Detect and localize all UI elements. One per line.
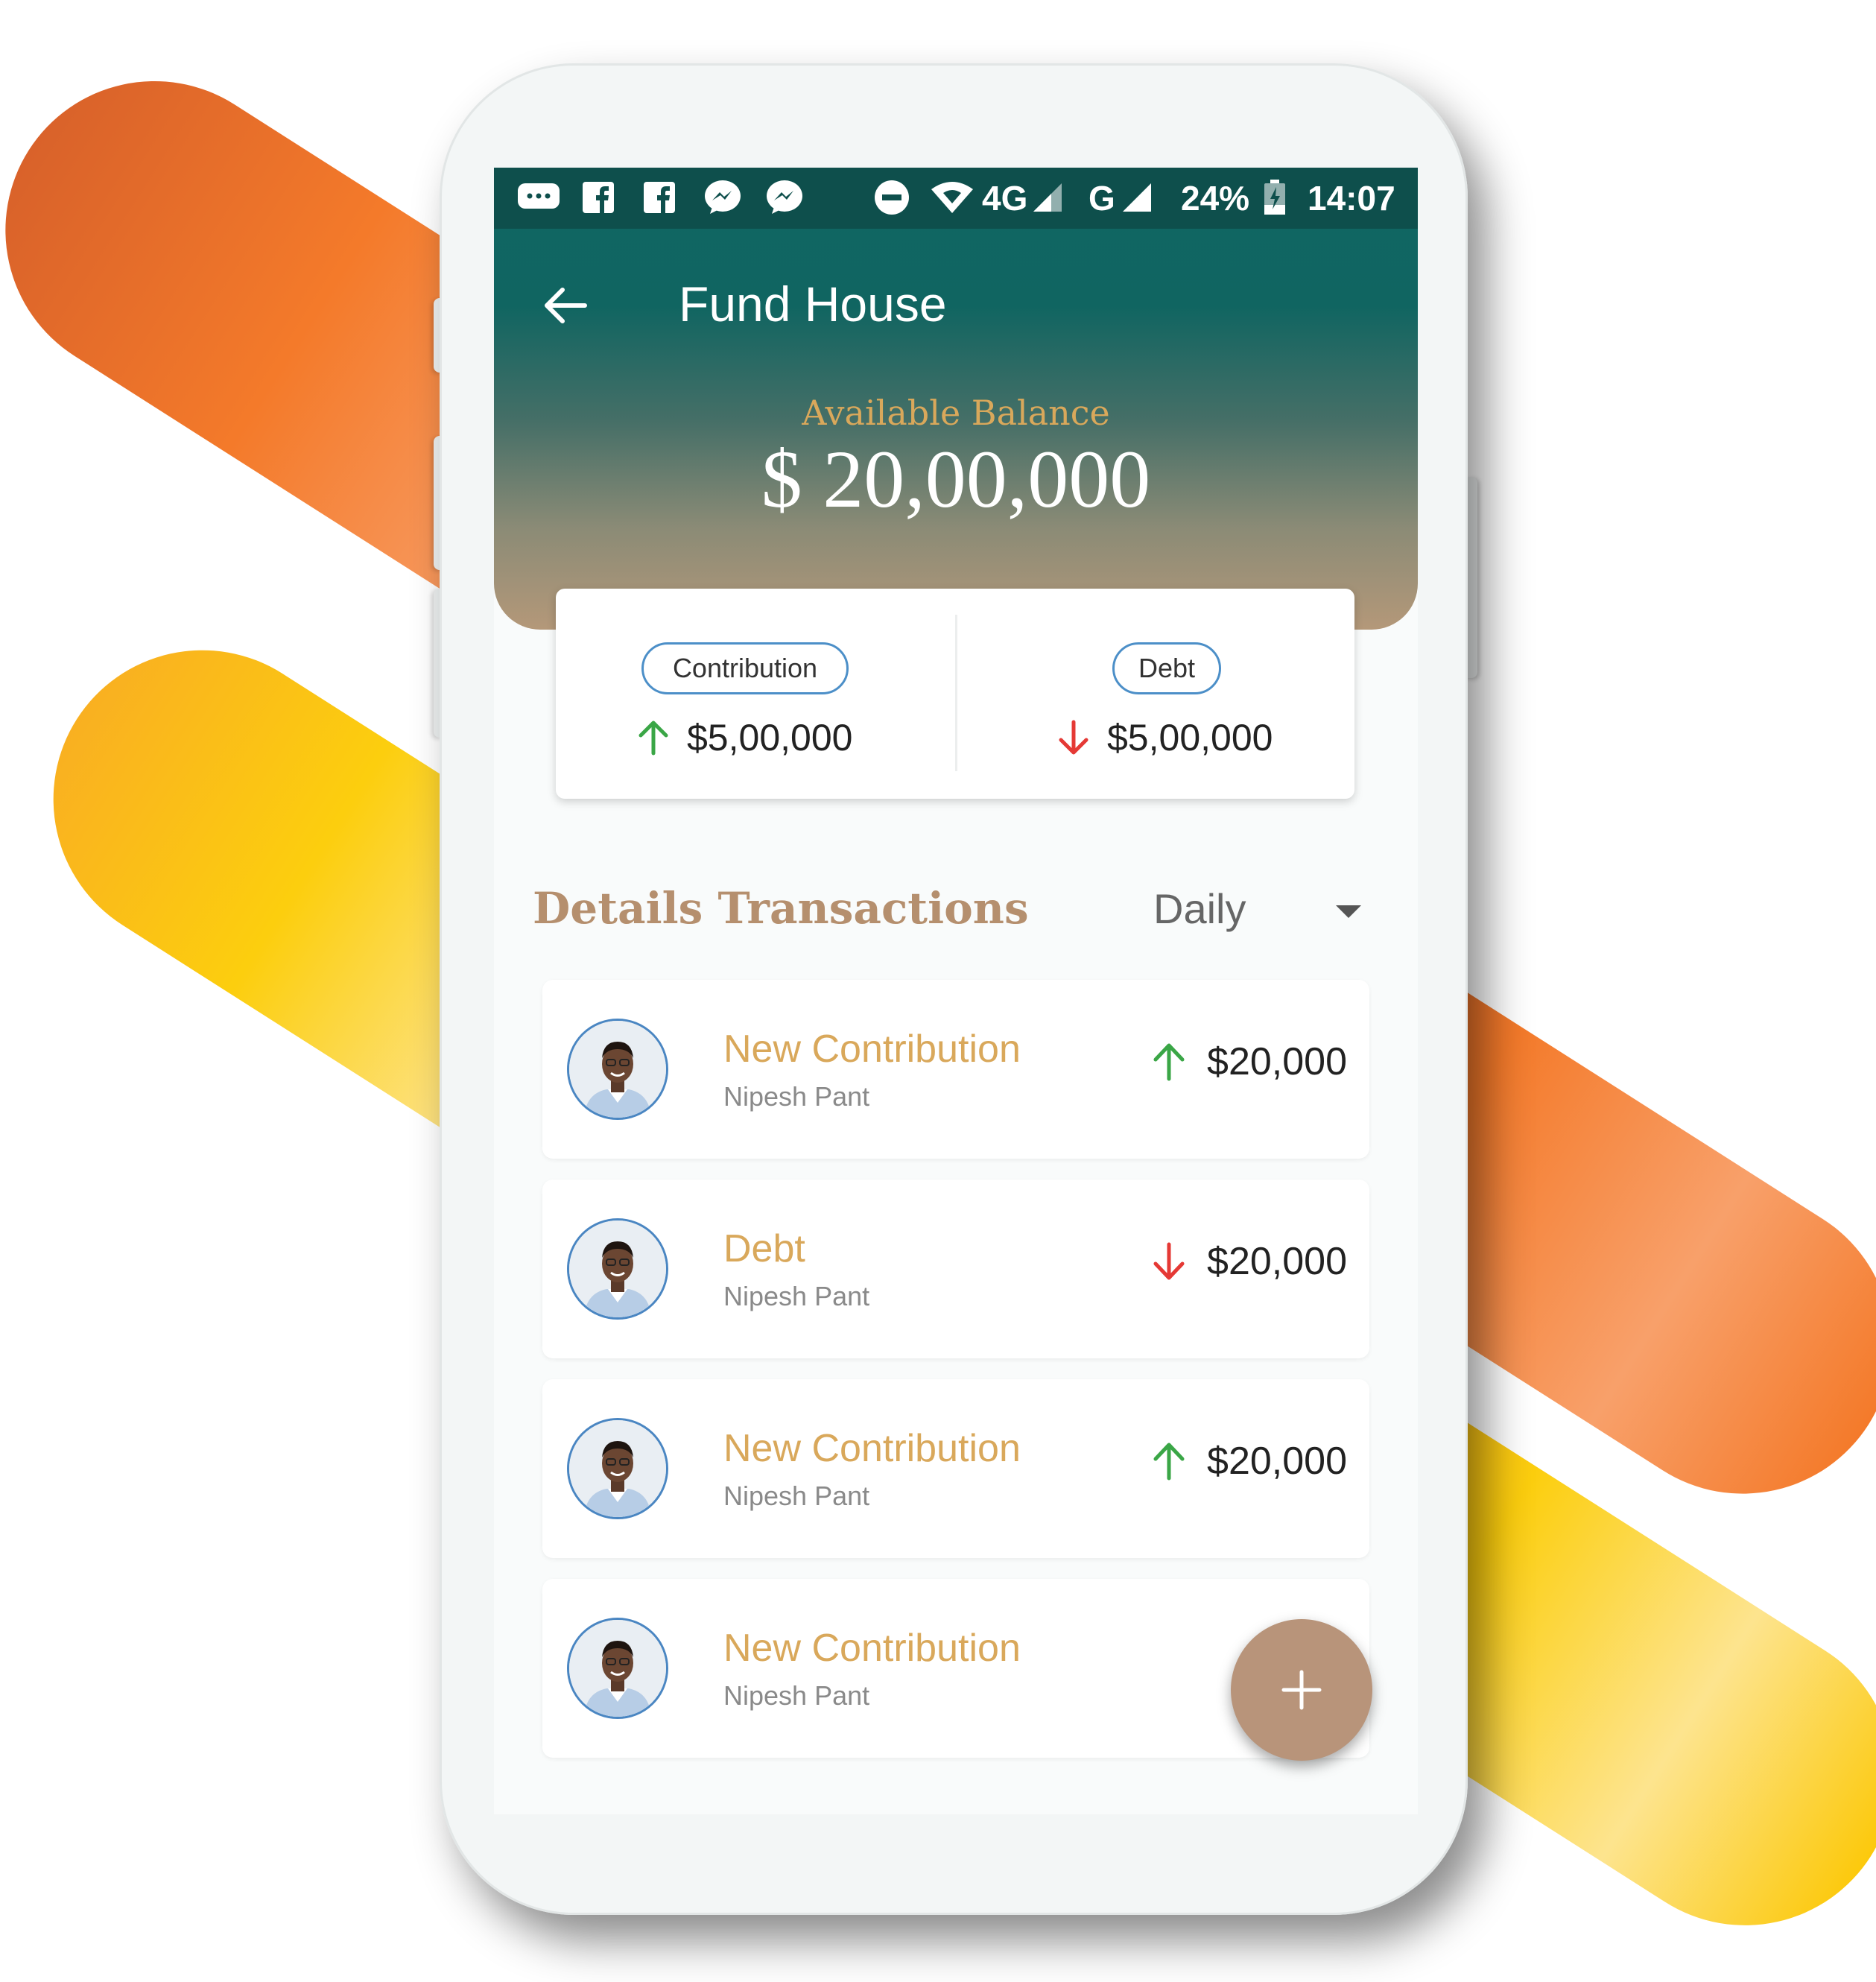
available-balance-label: Available Balance — [802, 393, 1110, 433]
wifi-icon — [930, 180, 975, 215]
transaction-member-name: Nipesh Pant — [723, 1081, 870, 1112]
transaction-title: New Contribution — [723, 1627, 1021, 1670]
contribution-amount: $5,00,000 — [687, 717, 853, 759]
app-screen: 4G G 24% 14:07 Fund House Available Bala… — [494, 168, 1418, 1814]
transaction-amount: $20,000 — [1150, 1039, 1347, 1084]
transaction-amount-value: $20,000 — [1207, 1040, 1347, 1083]
avatar — [567, 1019, 668, 1120]
transaction-amount-value: $20,000 — [1207, 1240, 1347, 1283]
battery-percent: 24% — [1181, 179, 1250, 218]
debt-amount: $5,00,000 — [1107, 717, 1273, 759]
arrow-up-icon — [1153, 1043, 1185, 1081]
arrow-down-icon — [1153, 1242, 1185, 1280]
transaction-item[interactable]: Debt Nipesh Pant $20,000 — [542, 1180, 1369, 1358]
network-4g-label: 4G — [982, 179, 1028, 218]
battery-charging-icon — [1264, 180, 1286, 215]
transaction-member-name: Nipesh Pant — [723, 1481, 870, 1511]
facebook-icon — [582, 180, 615, 215]
avatar — [567, 1618, 668, 1719]
status-bar: 4G G 24% 14:07 — [494, 168, 1418, 229]
arrow-up-icon — [638, 721, 668, 756]
add-button[interactable] — [1231, 1619, 1372, 1761]
transaction-amount: $20,000 — [1150, 1239, 1347, 1284]
chevron-down-icon[interactable] — [1336, 905, 1361, 918]
messenger-icon — [704, 180, 741, 215]
arrow-down-icon — [1059, 720, 1088, 755]
summary-divider — [955, 615, 957, 771]
balance-summary-card: Contribution $5,00,000 Debt $5,00,000 — [556, 589, 1354, 799]
debt-total: $5,00,000 — [1056, 712, 1273, 764]
transaction-amount: $20,000 — [1150, 1439, 1347, 1484]
page-title: Fund House — [679, 276, 947, 332]
transaction-item[interactable]: New Contribution Nipesh Pant $20,000 — [542, 1379, 1369, 1558]
balance-header: 4G G 24% 14:07 Fund House Available Bala… — [494, 168, 1418, 630]
avatar — [567, 1218, 668, 1320]
plus-icon — [1281, 1670, 1322, 1710]
signal-icon — [1121, 180, 1153, 215]
contribution-total: $5,00,000 — [636, 712, 852, 764]
network-g-label: G — [1088, 179, 1115, 218]
contribution-chip[interactable]: Contribution — [641, 642, 849, 694]
period-filter-dropdown[interactable]: Daily — [1153, 884, 1246, 933]
back-arrow-icon[interactable] — [539, 279, 598, 339]
transaction-title: New Contribution — [723, 1028, 1021, 1071]
facebook-icon — [643, 180, 676, 215]
section-title: Details Transactions — [533, 883, 1029, 934]
transaction-member-name: Nipesh Pant — [723, 1680, 870, 1711]
transaction-member-name: Nipesh Pant — [723, 1281, 870, 1311]
messenger-icon — [766, 180, 803, 215]
transaction-title: New Contribution — [723, 1427, 1021, 1470]
transaction-title: Debt — [723, 1227, 805, 1270]
available-balance-value: $ 20,00,000 — [761, 434, 1151, 525]
arrow-up-icon — [1153, 1443, 1185, 1481]
avatar — [567, 1418, 668, 1519]
do-not-disturb-icon — [874, 180, 910, 215]
transaction-item[interactable]: New Contribution Nipesh Pant $20,000 — [542, 980, 1369, 1159]
transaction-amount-value: $20,000 — [1207, 1440, 1347, 1483]
signal-icon — [1032, 180, 1063, 215]
clock-time: 14:07 — [1308, 179, 1395, 218]
message-icon — [516, 180, 561, 215]
debt-chip[interactable]: Debt — [1112, 642, 1221, 694]
